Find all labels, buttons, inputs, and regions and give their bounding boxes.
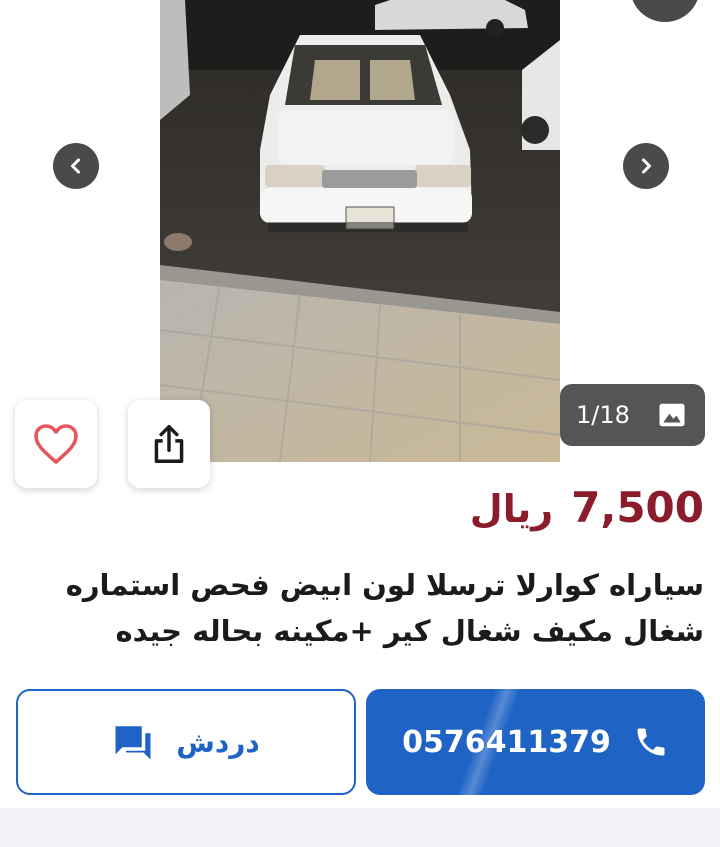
share-button[interactable] (128, 400, 210, 488)
price-currency: ريال (469, 487, 554, 531)
bottom-divider (0, 808, 720, 847)
car-photo-illustration (160, 0, 560, 462)
phone-icon (637, 728, 665, 756)
chevron-right-icon (642, 158, 651, 174)
chat-button[interactable]: دردش (16, 689, 356, 795)
chevron-left-icon (71, 158, 80, 174)
favorite-button[interactable] (15, 400, 97, 488)
previous-image-button[interactable] (53, 143, 99, 189)
next-image-button[interactable] (623, 143, 669, 189)
image-gallery[interactable]: 1/18 (0, 0, 720, 488)
listing-title: سياراه كوارلا ترسلا لون ابيض فحص استماره… (14, 562, 704, 654)
more-options-button[interactable] (630, 0, 700, 22)
share-icon (154, 424, 184, 464)
listing-photo[interactable] (160, 0, 560, 462)
listing-price: 7,500 ريال (470, 483, 704, 532)
image-counter[interactable]: 1/18 (560, 384, 705, 446)
image-icon (659, 403, 685, 427)
call-button-label: 0576411379 (402, 724, 611, 760)
chat-bubble-icon (115, 726, 151, 760)
image-counter-label: 1/18 (576, 401, 630, 429)
heart-icon (34, 424, 78, 464)
chat-button-label: دردش (176, 725, 260, 759)
listing-title-line: سياراه كوارلا ترسلا لون ابيض فحص استماره (65, 568, 704, 602)
price-value: 7,500 (571, 483, 704, 532)
listing-title-line: شغال مكيف شغال كير +مكينه بحاله جيده (115, 614, 704, 648)
call-button[interactable]: 0576411379 (366, 689, 705, 795)
